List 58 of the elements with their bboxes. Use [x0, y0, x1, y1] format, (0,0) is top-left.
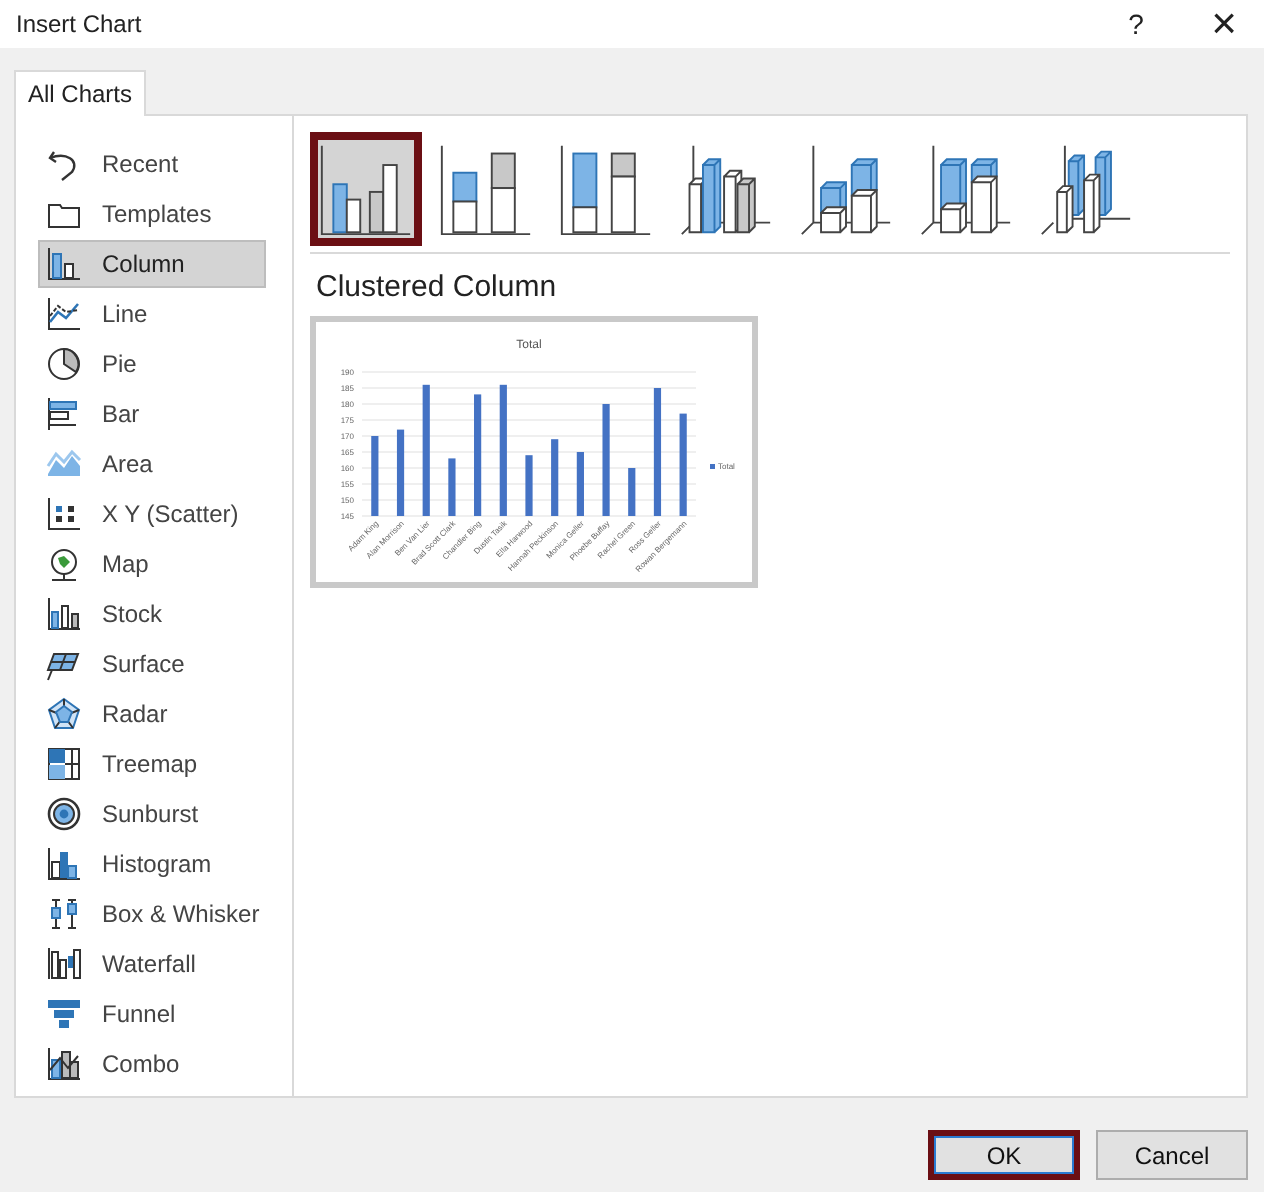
close-button[interactable]: × [1200, 2, 1248, 46]
chart-subtype-button[interactable] [310, 132, 422, 246]
chart-bar [525, 455, 533, 516]
stock-chart-icon [46, 596, 82, 632]
chart-preview[interactable] [310, 316, 758, 588]
funnel-icon [46, 996, 82, 1032]
chart-bar [679, 413, 687, 516]
chart-type-item[interactable]: Map [38, 540, 266, 588]
chart-bar [628, 468, 636, 516]
chart-type-item[interactable]: Combo [38, 1040, 266, 1088]
line-chart-icon [46, 296, 82, 332]
chart-type-item[interactable]: Radar [38, 690, 266, 738]
chart-type-item[interactable]: Column [38, 240, 266, 288]
chart-type-item[interactable]: X Y (Scatter) [38, 490, 266, 538]
chart-type-item[interactable]: Histogram [38, 840, 266, 888]
tab[interactable]: All Charts [14, 70, 147, 116]
chart-type-item[interactable]: Sunburst [38, 790, 266, 838]
waterfall-chart-icon [46, 946, 82, 982]
radar-chart-icon [46, 696, 82, 732]
chart-type-item[interactable]: Pie [38, 340, 266, 388]
treemap-icon [46, 746, 82, 782]
chart-type-heading: Clustered Column [316, 270, 559, 304]
chart-bar [396, 429, 405, 516]
chart-bar [653, 388, 662, 516]
chart-bar [602, 404, 610, 516]
chart-bar [448, 458, 456, 516]
cancel-button[interactable]: Cancel [1096, 1130, 1248, 1180]
histogram-icon [46, 846, 82, 882]
globe-icon [46, 546, 82, 582]
ok-button[interactable]: OK [928, 1130, 1080, 1180]
bar-chart-icon [46, 396, 82, 432]
chart-bar [499, 384, 507, 516]
chart-type-item[interactable]: Templates [38, 190, 266, 238]
chart-type-item[interactable]: Surface [38, 640, 266, 688]
chart-type-item[interactable]: Funnel [38, 990, 266, 1038]
help-button[interactable]: ? [1112, 8, 1160, 40]
area-chart-icon [46, 446, 82, 482]
pie-chart-icon [46, 346, 82, 382]
box-whisker-icon [46, 896, 82, 932]
column-chart-icon [46, 246, 82, 282]
chart-bar [371, 436, 379, 516]
chart-bar [551, 439, 559, 516]
sunburst-icon [46, 796, 82, 832]
scatter-chart-icon [46, 496, 82, 532]
chart-type-item[interactable]: Recent [38, 140, 266, 188]
chart-bar [422, 384, 430, 516]
chart-bar [474, 394, 482, 516]
chart-type-item[interactable]: Treemap [38, 740, 266, 788]
chart-type-item[interactable]: Box & Whisker [38, 890, 266, 938]
legend-swatch [710, 464, 715, 469]
chart-type-item[interactable]: Bar [38, 390, 266, 438]
chart-type-item[interactable]: Waterfall [38, 940, 266, 988]
combo-chart-icon [46, 1046, 82, 1082]
chart-bar [576, 452, 584, 516]
chart-type-item[interactable]: Area [38, 440, 266, 488]
window-title: Insert Chart [16, 10, 144, 38]
chart-type-item[interactable]: Stock [38, 590, 266, 638]
chart-type-item[interactable]: Line [38, 290, 266, 338]
